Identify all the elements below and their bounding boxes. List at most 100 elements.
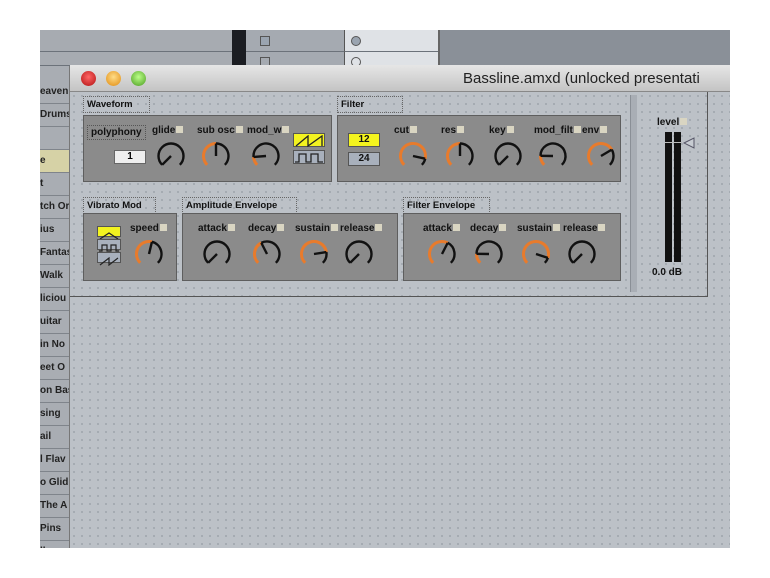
square-wave-button[interactable] <box>293 150 325 164</box>
browser-list-item[interactable]: The A <box>40 495 69 518</box>
clip-slot[interactable] <box>246 30 344 52</box>
minimize-button[interactable] <box>106 71 121 86</box>
modulation-toggle[interactable] <box>457 126 465 133</box>
modulation-toggle[interactable] <box>499 224 507 231</box>
dial-track-arc <box>475 240 503 264</box>
zoom-button[interactable] <box>131 71 146 86</box>
dial[interactable] <box>200 237 234 271</box>
dial[interactable] <box>443 139 477 173</box>
knob-label: sub osc <box>197 125 243 136</box>
saw-wave-icon <box>295 134 323 148</box>
dial[interactable] <box>342 237 376 271</box>
square-wave-button[interactable] <box>97 239 121 252</box>
modulation-toggle[interactable] <box>410 126 417 133</box>
modulation-toggle[interactable] <box>600 126 608 133</box>
browser-list-item[interactable]: Drums <box>40 104 69 127</box>
triangle-wave-button[interactable] <box>97 226 121 240</box>
knob-label: decay <box>470 223 507 234</box>
browser-list-item[interactable]: uitar <box>40 311 69 334</box>
modulation-toggle[interactable] <box>282 126 290 133</box>
modulation-toggle[interactable] <box>277 224 285 231</box>
track-row[interactable] <box>40 30 232 52</box>
browser-list-item[interactable]: Fantas <box>40 242 69 265</box>
empty-area <box>438 30 730 66</box>
level-meter[interactable] <box>665 132 695 262</box>
dial[interactable] <box>396 139 430 173</box>
saw-wave-button[interactable] <box>97 252 121 267</box>
browser-list-item[interactable]: o Glid <box>40 472 69 495</box>
knob-label: mod_filt <box>534 125 581 136</box>
browser-list-item[interactable]: l Flav <box>40 449 69 472</box>
slope-12-button[interactable]: 12 <box>348 133 380 147</box>
browser-list-item[interactable]: eaven <box>40 81 69 104</box>
modulation-toggle[interactable] <box>553 224 561 231</box>
knob-speed: speed <box>130 220 178 280</box>
slope-24-button[interactable]: 24 <box>348 152 380 166</box>
dial[interactable] <box>491 139 525 173</box>
modulation-toggle[interactable] <box>598 224 606 231</box>
saw-wave-button[interactable] <box>293 133 325 148</box>
track-row[interactable] <box>40 52 232 66</box>
knob-label-text: sub osc <box>197 125 235 136</box>
modulation-toggle[interactable] <box>235 126 243 133</box>
knob-label: res <box>441 125 465 136</box>
dial[interactable] <box>519 237 553 271</box>
level-slider-handle-icon[interactable] <box>683 137 695 149</box>
record-button-icon[interactable] <box>351 36 361 46</box>
browser-list-item[interactable]: on Bas <box>40 380 69 403</box>
close-button[interactable] <box>81 71 96 86</box>
modulation-toggle[interactable] <box>176 126 184 133</box>
dial-value-arc <box>446 142 461 166</box>
dial[interactable] <box>565 237 599 271</box>
dial-pointer <box>253 154 267 159</box>
browser-list-item[interactable]: liciou <box>40 288 69 311</box>
dial[interactable] <box>297 237 331 271</box>
modulation-toggle[interactable] <box>452 224 460 231</box>
modulation-toggle[interactable] <box>227 224 235 231</box>
knob-label-text: mod_w <box>247 125 282 136</box>
browser-list-item[interactable]: tch Or <box>40 196 69 219</box>
track-divider <box>232 30 246 66</box>
modulation-toggle[interactable] <box>331 224 339 231</box>
modulation-toggle[interactable] <box>375 224 383 231</box>
browser-list-item[interactable]: ll <box>40 541 69 548</box>
knob-mod-filt: mod_filt <box>534 122 582 182</box>
dial-pointer <box>440 242 449 255</box>
knob-label: release <box>563 223 606 234</box>
dial[interactable] <box>132 237 166 271</box>
knob-cut: cut <box>394 122 442 182</box>
browser-list-item[interactable]: ius <box>40 219 69 242</box>
browser-list-item[interactable]: eet O <box>40 357 69 380</box>
browser-list-item[interactable]: Pins <box>40 518 69 541</box>
modulation-toggle[interactable] <box>159 224 167 231</box>
title-bar[interactable]: Bassline.amxd (unlocked presentati <box>70 65 730 92</box>
browser-list-item[interactable]: Walk <box>40 265 69 288</box>
polyphony-number-box[interactable]: 1 <box>114 150 146 164</box>
dial[interactable] <box>472 237 506 271</box>
dial[interactable] <box>154 139 188 173</box>
stop-button-icon[interactable] <box>260 36 270 46</box>
clip-slot[interactable] <box>344 30 438 52</box>
knob-label: attack <box>198 223 235 234</box>
browser-list-item[interactable] <box>40 127 69 150</box>
knob-res: res <box>441 122 489 182</box>
dial[interactable] <box>536 139 570 173</box>
section-label-filter: Filter <box>337 96 403 113</box>
waveform-panel: polyphony 1 glide sub osc mod_w <box>83 115 332 182</box>
modulation-toggle[interactable] <box>573 126 581 133</box>
dial[interactable] <box>425 237 459 271</box>
browser-list-item[interactable]: e <box>40 150 69 173</box>
dial[interactable] <box>250 237 284 271</box>
dial[interactable] <box>584 139 618 173</box>
browser-list-item[interactable]: in No <box>40 334 69 357</box>
browser-list-item[interactable]: t <box>40 173 69 196</box>
modulation-toggle[interactable] <box>506 126 514 133</box>
dial[interactable] <box>249 139 283 173</box>
clip-slot[interactable] <box>246 52 344 66</box>
dial-value-arc <box>428 240 449 264</box>
browser-list-item[interactable]: ail <box>40 426 69 449</box>
level-modulation-toggle[interactable] <box>680 118 688 125</box>
browser-list-item[interactable]: sing <box>40 403 69 426</box>
clip-slot[interactable] <box>344 52 438 66</box>
dial[interactable] <box>199 139 233 173</box>
